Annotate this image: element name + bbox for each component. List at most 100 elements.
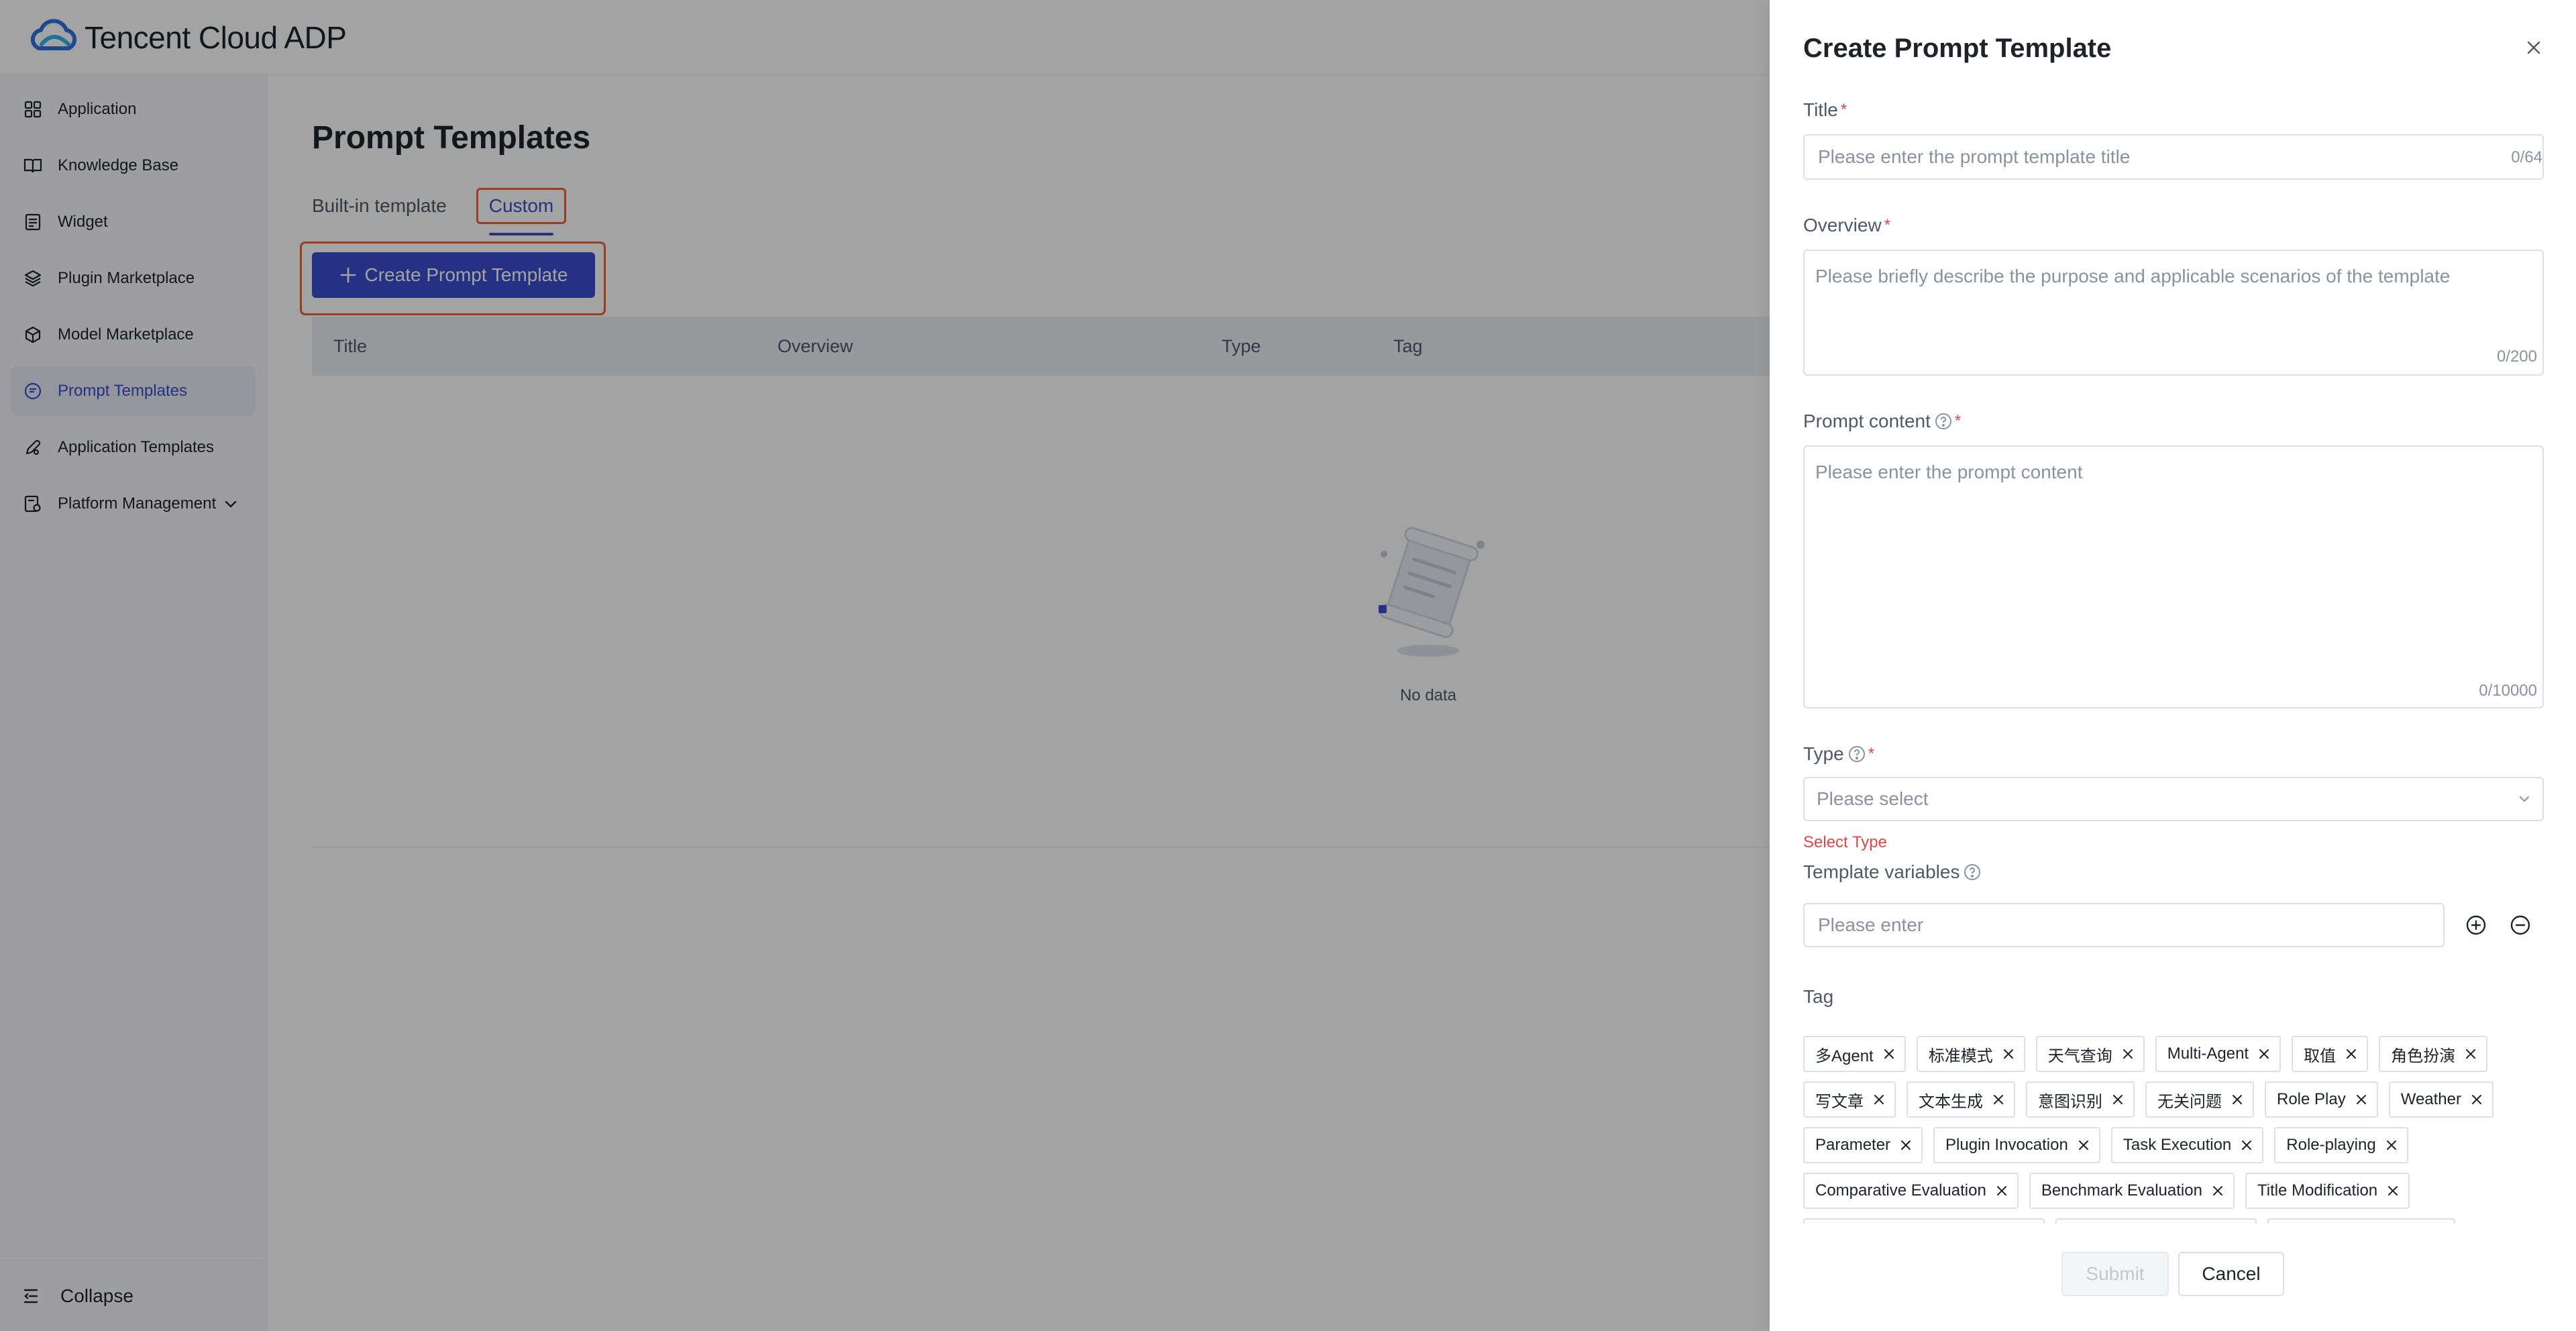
tag-item-clipped[interactable] (1803, 1218, 2045, 1224)
tag-item[interactable]: 写文章 (1803, 1081, 1896, 1118)
tag-label: Role Play (2277, 1090, 2346, 1108)
close-icon[interactable] (2112, 1094, 2124, 1106)
tag-label: Title Modification (2257, 1181, 2378, 1200)
close-icon[interactable] (2387, 1185, 2399, 1197)
tag-label: Weather (2400, 1090, 2461, 1108)
help-circle-icon[interactable] (1964, 863, 1981, 881)
help-circle-icon[interactable] (1848, 745, 1866, 763)
tag-field-label: Tag (1803, 986, 1833, 1008)
close-icon[interactable] (2471, 1094, 2483, 1106)
cancel-button[interactable]: Cancel (2178, 1252, 2284, 1296)
close-icon[interactable] (2524, 38, 2544, 58)
tag-item[interactable]: Parameter (1803, 1127, 1923, 1163)
type-select-value: Please select (1817, 788, 1929, 809)
close-icon[interactable] (1883, 1048, 1895, 1060)
create-prompt-template-drawer: Create Prompt Template Title* 0/64 Overv… (1770, 0, 2576, 1331)
tag-label: 取值 (2304, 1047, 2337, 1065)
tag-item[interactable]: 文本生成 (1907, 1081, 2015, 1118)
drawer-title: Create Prompt Template (1803, 34, 2112, 63)
close-icon[interactable] (2345, 1048, 2357, 1060)
tag-item[interactable]: Task Execution (2110, 1127, 2264, 1163)
overview-char-counter: 0/200 (2496, 348, 2537, 366)
tag-item-clipped[interactable] (2055, 1218, 2257, 1224)
add-variable-icon[interactable] (2465, 914, 2487, 937)
tag-label: 标准模式 (1928, 1047, 1993, 1065)
modal-overlay[interactable] (0, 0, 1770, 1331)
tag-item[interactable]: 角色扮演 (2379, 1036, 2488, 1072)
type-label-text: Type (1803, 743, 1844, 764)
tag-row: 写文章 文本生成 意图识别 无关问题 Role Play Weather (1803, 1081, 2504, 1118)
tag-label: 写文章 (1815, 1092, 1864, 1111)
chevron-down-icon (2518, 795, 2530, 803)
tag-row: Comparative Evaluation Benchmark Evaluat… (1803, 1173, 2420, 1209)
type-field-label: Type * (1803, 743, 1874, 765)
tag-label: 文本生成 (1919, 1092, 1983, 1111)
prompt-content-label-text: Prompt content (1803, 411, 1931, 431)
tag-label: Comparative Evaluation (1815, 1181, 1986, 1200)
tag-item[interactable]: Plugin Invocation (1933, 1127, 2100, 1163)
tag-label: 无关问题 (2157, 1092, 2222, 1111)
tag-label: Plugin Invocation (1945, 1136, 2068, 1154)
close-icon[interactable] (2241, 1139, 2253, 1151)
template-variables-field-label: Template variables (1803, 861, 1981, 883)
close-icon[interactable] (1996, 1185, 2008, 1197)
tag-label: Benchmark Evaluation (2041, 1181, 2202, 1200)
tag-item[interactable]: 多Agent (1803, 1036, 1906, 1072)
tag-label: Role-playing (2286, 1136, 2376, 1154)
tag-row-partial (1803, 1218, 2466, 1224)
overview-textarea[interactable] (1803, 250, 2544, 376)
required-mark: * (1884, 216, 1891, 234)
tag-label: 多Agent (1815, 1047, 1874, 1065)
tag-item[interactable]: 无关问题 (2145, 1081, 2254, 1118)
submit-button[interactable]: Submit (2061, 1252, 2169, 1296)
tag-label: Multi-Agent (2167, 1045, 2249, 1063)
tag-label-text: Tag (1803, 986, 1834, 1007)
tag-item[interactable]: Benchmark Evaluation (2029, 1173, 2235, 1209)
tag-list: 多Agent 标准模式 天气查询 Multi-Agent 取值 角色扮演 写文章… (1803, 1036, 2548, 1224)
close-icon[interactable] (2465, 1048, 2477, 1060)
tag-item[interactable]: Role-playing (2274, 1127, 2408, 1163)
tag-item[interactable]: 天气查询 (2035, 1036, 2145, 1072)
overview-field-label: Overview * (1803, 215, 1890, 236)
tag-label: 意图识别 (2038, 1092, 2102, 1111)
tag-item[interactable]: 意图识别 (2026, 1081, 2135, 1118)
required-mark: * (1954, 412, 1962, 430)
tag-row: 多Agent 标准模式 天气查询 Multi-Agent 取值 角色扮演 (1803, 1036, 2498, 1072)
overview-label-text: Overview (1803, 215, 1882, 235)
close-icon[interactable] (2231, 1094, 2243, 1106)
tag-label: 天气查询 (2047, 1047, 2112, 1065)
prompt-content-textarea[interactable] (1803, 445, 2544, 708)
close-icon[interactable] (1900, 1139, 1912, 1151)
close-icon[interactable] (2385, 1139, 2398, 1151)
close-icon[interactable] (2122, 1048, 2134, 1060)
prompt-content-field-label: Prompt content * (1803, 411, 1961, 432)
template-variables-label-text: Template variables (1803, 861, 1960, 882)
tag-item[interactable]: 取值 (2292, 1036, 2369, 1072)
close-icon[interactable] (2212, 1185, 2224, 1197)
prompt-char-counter: 0/10000 (2479, 682, 2537, 700)
required-mark: * (1868, 745, 1875, 763)
close-icon[interactable] (2355, 1094, 2367, 1106)
tag-item[interactable]: Comparative Evaluation (1803, 1173, 2019, 1209)
tag-item[interactable]: Multi-Agent (2155, 1036, 2282, 1072)
remove-variable-icon[interactable] (2509, 914, 2532, 937)
title-field-label: Title * (1803, 99, 1847, 121)
close-icon[interactable] (1992, 1094, 2004, 1106)
help-circle-icon[interactable] (1935, 413, 1952, 430)
required-mark: * (1840, 101, 1847, 119)
close-icon[interactable] (2002, 1048, 2015, 1060)
tag-label: Task Execution (2123, 1136, 2232, 1154)
drawer-footer: Submit Cancel (1770, 1252, 2576, 1331)
tag-item[interactable]: Title Modification (2245, 1173, 2410, 1209)
tag-item[interactable]: Role Play (2265, 1081, 2378, 1118)
type-select[interactable]: Please select (1803, 777, 2544, 821)
template-variable-input[interactable] (1803, 903, 2445, 947)
title-char-counter: 0/64 (2511, 148, 2542, 166)
tag-item[interactable]: Weather (2388, 1081, 2493, 1118)
tag-item[interactable]: 标准模式 (1916, 1036, 2025, 1072)
tag-item-clipped[interactable] (2267, 1218, 2455, 1224)
close-icon[interactable] (2258, 1048, 2270, 1060)
close-icon[interactable] (2078, 1139, 2090, 1151)
title-input[interactable] (1803, 134, 2544, 180)
close-icon[interactable] (1873, 1094, 1885, 1106)
